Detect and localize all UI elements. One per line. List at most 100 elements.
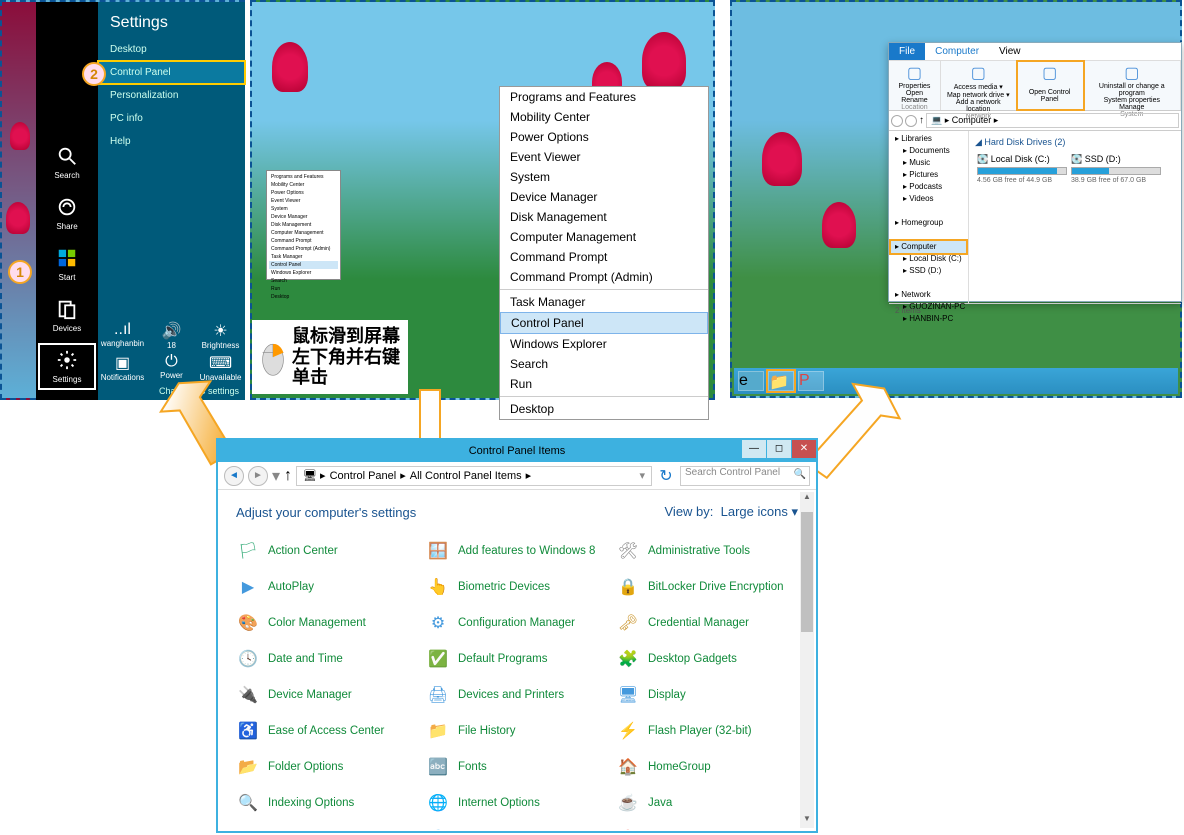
cp-item-administrative-tools[interactable]: 🛠Administrative Tools: [616, 536, 798, 566]
panel-explorer-computer: File Computer View ▢PropertiesOpen Renam…: [730, 0, 1182, 398]
cp-item-java[interactable]: ☕Java: [616, 788, 798, 818]
refresh-button[interactable]: ↻: [656, 466, 676, 486]
winx-command-prompt-admin-[interactable]: Command Prompt (Admin): [500, 267, 708, 287]
settings-item-help[interactable]: Help: [98, 130, 245, 153]
forward-button[interactable]: [905, 115, 917, 127]
cp-item-fonts[interactable]: 🔤Fonts: [426, 752, 608, 782]
scroll-up[interactable]: ▲: [800, 492, 814, 506]
cp-item-location-settings[interactable]: 📍Location Settings: [616, 824, 798, 830]
settings-tile[interactable]: ☀Brightness: [196, 321, 245, 350]
winx-desktop[interactable]: Desktop: [500, 399, 708, 419]
tree-node[interactable]: ▸ Homegroup: [891, 217, 966, 229]
tab-computer[interactable]: Computer: [925, 43, 989, 60]
forward-button[interactable]: ►: [248, 466, 268, 486]
charm-share[interactable]: Share: [36, 188, 98, 239]
winx-search[interactable]: Search: [500, 354, 708, 374]
taskbar-ie[interactable]: e: [738, 371, 764, 391]
tree-computer[interactable]: ▸ Computer: [891, 241, 966, 253]
tab-view[interactable]: View: [989, 43, 1031, 60]
settings-item-desktop[interactable]: Desktop: [98, 38, 245, 61]
winx-event-viewer[interactable]: Event Viewer: [500, 147, 708, 167]
cp-item-action-center[interactable]: 🏳Action Center: [236, 536, 418, 566]
drive-item[interactable]: 💽 Local Disk (C:)4.56 GB free of 44.9 GB: [977, 154, 1067, 184]
back-button[interactable]: [891, 115, 903, 127]
tree-node[interactable]: ▸ Documents: [891, 145, 966, 157]
settings-tile[interactable]: 🔊18: [147, 321, 196, 350]
winx-programs-and-features[interactable]: Programs and Features: [500, 87, 708, 107]
winx-computer-management[interactable]: Computer Management: [500, 227, 708, 247]
scrollbar[interactable]: ▲ ▼: [800, 492, 814, 828]
cp-item-keyboard[interactable]: ⌨Keyboard: [236, 824, 418, 830]
cp-item-configuration-manager[interactable]: ⚙Configuration Manager: [426, 608, 608, 638]
ribbon-group[interactable]: ▢Open Control Panel: [1017, 61, 1084, 110]
ribbon-group[interactable]: ▢Access media ▾Map network drive ▾Add a …: [941, 61, 1017, 110]
cp-item-credential-manager[interactable]: 🗝Credential Manager: [616, 608, 798, 638]
settings-tile[interactable]: ⌨Unavailable: [196, 353, 245, 382]
back-button[interactable]: ◄: [224, 466, 244, 486]
drives-pane: ◢ Hard Disk Drives (2) 💽 Local Disk (C:)…: [969, 131, 1181, 303]
cp-item-folder-options[interactable]: 📂Folder Options: [236, 752, 418, 782]
settings-tile[interactable]: ▣Notifications: [98, 353, 147, 382]
scroll-thumb[interactable]: [801, 512, 813, 632]
tree-node[interactable]: ▸ Videos: [891, 193, 966, 205]
cp-item-language[interactable]: 🌍Language: [426, 824, 608, 830]
cp-item-device-manager[interactable]: 🔌Device Manager: [236, 680, 418, 710]
winx-system[interactable]: System: [500, 167, 708, 187]
ribbon-group[interactable]: ▢PropertiesOpen RenameLocation: [889, 61, 941, 110]
cp-item-ease-of-access-center[interactable]: ♿Ease of Access Center: [236, 716, 418, 746]
cp-item-default-programs[interactable]: ✅Default Programs: [426, 644, 608, 674]
cp-item-biometric-devices[interactable]: 👆Biometric Devices: [426, 572, 608, 602]
tree-node[interactable]: ▸ Podcasts: [891, 181, 966, 193]
charm-start[interactable]: Start: [36, 239, 98, 290]
tree-node[interactable]: ▸ Music: [891, 157, 966, 169]
winx-command-prompt[interactable]: Command Prompt: [500, 247, 708, 267]
view-by-select[interactable]: Large icons ▾: [721, 504, 798, 519]
tree-node[interactable]: ▸ Pictures: [891, 169, 966, 181]
drive-item[interactable]: 💽 SSD (D:)38.9 GB free of 67.0 GB: [1071, 154, 1161, 184]
search-input[interactable]: Search Control Panel: [680, 466, 810, 486]
tree-node[interactable]: ▸ Network: [891, 289, 966, 301]
cp-item-color-management[interactable]: 🎨Color Management: [236, 608, 418, 638]
winx-task-manager[interactable]: Task Manager: [500, 292, 708, 312]
cp-item-homegroup[interactable]: 🏠HomeGroup: [616, 752, 798, 782]
cp-item-internet-options[interactable]: 🌐Internet Options: [426, 788, 608, 818]
cp-item-add-features-to-windows-8[interactable]: 🪟Add features to Windows 8: [426, 536, 608, 566]
maximize-button[interactable]: ◻: [767, 440, 791, 458]
cp-item-devices-and-printers[interactable]: 🖨Devices and Printers: [426, 680, 608, 710]
winx-control-panel[interactable]: Control Panel: [500, 312, 708, 334]
settings-tile[interactable]: ..ılwanghanbin: [98, 321, 147, 350]
settings-item-control-panel[interactable]: Control Panel: [98, 61, 245, 84]
winx-device-manager[interactable]: Device Manager: [500, 187, 708, 207]
tree-node[interactable]: ▸ SSD (D:): [891, 265, 966, 277]
settings-item-pc-info[interactable]: PC info: [98, 107, 245, 130]
tree-node[interactable]: ▸ Local Disk (C:): [891, 253, 966, 265]
tab-file[interactable]: File: [889, 43, 925, 60]
charm-settings[interactable]: Settings: [36, 341, 98, 392]
winx-run[interactable]: Run: [500, 374, 708, 394]
breadcrumb[interactable]: 🖥 ▸Control Panel▸All Control Panel Items…: [296, 466, 652, 486]
cp-item-display[interactable]: 🖥Display: [616, 680, 798, 710]
winx-windows-explorer[interactable]: Windows Explorer: [500, 334, 708, 354]
winx-power-options[interactable]: Power Options: [500, 127, 708, 147]
ribbon-group[interactable]: ▢Uninstall or change a programSystem pro…: [1084, 61, 1181, 110]
cp-item-date-and-time[interactable]: 🕓Date and Time: [236, 644, 418, 674]
winx-mobility-center[interactable]: Mobility Center: [500, 107, 708, 127]
settings-item-personalization[interactable]: Personalization: [98, 84, 245, 107]
scroll-down[interactable]: ▼: [800, 814, 814, 828]
cp-item-file-history[interactable]: 📁File History: [426, 716, 608, 746]
tree-node[interactable]: ▸ Libraries: [891, 133, 966, 145]
up-button[interactable]: ↑: [919, 115, 924, 126]
settings-tile[interactable]: ⏻Power: [147, 353, 196, 382]
minimize-button[interactable]: —: [742, 440, 766, 458]
charm-devices[interactable]: Devices: [36, 290, 98, 341]
cp-item-indexing-options[interactable]: 🔍Indexing Options: [236, 788, 418, 818]
address-path[interactable]: 💻 ▸ Computer ▸: [926, 113, 1179, 128]
up-button[interactable]: ↑: [284, 467, 292, 485]
cp-item-bitlocker-drive-encryption[interactable]: 🔒BitLocker Drive Encryption: [616, 572, 798, 602]
winx-disk-management[interactable]: Disk Management: [500, 207, 708, 227]
cp-item-flash-player-32-bit-[interactable]: ⚡Flash Player (32-bit): [616, 716, 798, 746]
charm-search[interactable]: Search: [36, 137, 98, 188]
cp-item-desktop-gadgets[interactable]: 🧩Desktop Gadgets: [616, 644, 798, 674]
cp-item-autoplay[interactable]: ▶AutoPlay: [236, 572, 418, 602]
close-button[interactable]: ✕: [792, 440, 816, 458]
